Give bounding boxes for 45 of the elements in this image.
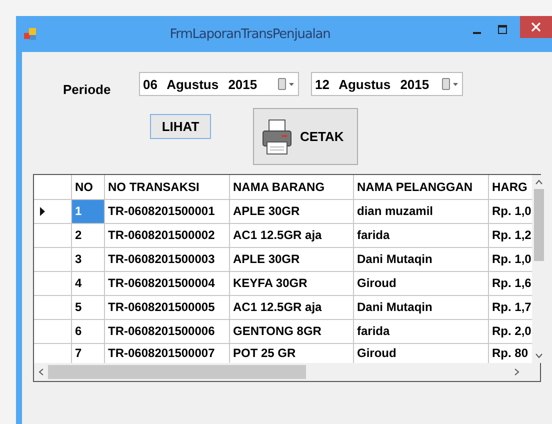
table-cell: TR-0608201500005	[104, 295, 230, 319]
close-icon[interactable]	[531, 22, 541, 32]
table-cell: Giroud	[354, 271, 488, 295]
window-title: FrmLaporanTransPenjualan	[168, 26, 332, 42]
date-picker[interactable]: 12 Agustus 2015	[311, 72, 463, 96]
column-header[interactable]: HARG	[488, 175, 532, 199]
table-cell: 3	[72, 247, 104, 271]
table-cell: 1	[72, 199, 104, 223]
table-cell: 5	[72, 295, 104, 319]
printer-icon[interactable]	[262, 118, 292, 156]
table-cell: dian muzamil	[354, 199, 488, 223]
table-cell: KEYFA 30GR	[230, 271, 354, 295]
table-cell: APLE 30GR	[230, 199, 354, 223]
table-cell: Dani Mutaqin	[354, 247, 488, 271]
table-cell: 4	[72, 271, 104, 295]
column-header[interactable]: NAMA BARANG	[230, 175, 354, 199]
table-cell: TR-0608201500002	[104, 223, 230, 247]
table-cell: TR-0608201500001	[104, 199, 230, 223]
table-cell: AC1 12.5GR aja	[230, 295, 354, 319]
view-button[interactable]: LIHAT	[150, 114, 211, 139]
table-cell: 2	[72, 223, 104, 247]
period-label: Periode	[62, 82, 112, 96]
table-cell: farida	[354, 223, 488, 247]
print-button[interactable]: CETAK	[253, 108, 358, 165]
horizontal-scrollbar[interactable]	[34, 363, 540, 381]
table-cell: TR-0608201500006	[104, 319, 230, 343]
table-cell: TR-0608201500003	[104, 247, 230, 271]
table-cell: 6	[72, 319, 104, 343]
scrollbar-thumb[interactable]	[534, 189, 544, 261]
table-cell: APLE 30GR	[230, 247, 354, 271]
close-button[interactable]	[520, 16, 552, 38]
table-cell: farida	[354, 319, 488, 343]
column-header[interactable]: NO	[72, 175, 104, 199]
app-icon	[24, 28, 36, 40]
column-header[interactable]: NO TRANSAKSI	[104, 175, 230, 199]
scrollbar-thumb[interactable]	[48, 365, 306, 379]
table-cell: GENTONG 8GR	[230, 319, 354, 343]
column-header[interactable]: NAMA PELANGGAN	[354, 175, 488, 199]
date-picker[interactable]: 06 Agustus 2015	[139, 72, 299, 96]
table-cell: AC1 12.5GR aja	[230, 223, 354, 247]
calendar-dropdown-icon[interactable]	[277, 77, 295, 91]
calendar-dropdown-icon[interactable]	[441, 77, 459, 91]
table-cell: Dani Mutaqin	[354, 295, 488, 319]
table-cell: TR-0608201500004	[104, 271, 230, 295]
current-row-icon	[40, 206, 45, 216]
